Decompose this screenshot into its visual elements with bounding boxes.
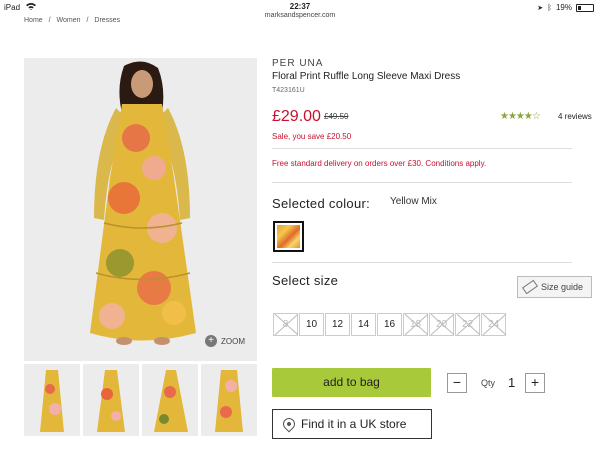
- size-option-10[interactable]: 10: [299, 313, 324, 336]
- size-guide-button[interactable]: Size guide: [517, 276, 592, 298]
- size-option-14[interactable]: 14: [351, 313, 376, 336]
- thumbnail-2[interactable]: [83, 364, 139, 436]
- zoom-button[interactable]: + ZOOM: [205, 335, 245, 347]
- thumbnail-3[interactable]: [142, 364, 198, 436]
- product-main-image[interactable]: + ZOOM: [24, 58, 257, 361]
- divider: [272, 148, 572, 149]
- sale-savings: Sale, you save £20.50: [272, 132, 352, 141]
- breadcrumb-sep: /: [86, 17, 89, 24]
- thumbnail-image: [201, 364, 257, 436]
- size-options: 8 10 12 14 16 18 20 22 24: [273, 313, 507, 336]
- zoom-label: ZOOM: [221, 336, 245, 346]
- qty-label: Qty: [481, 378, 496, 388]
- size-option-16[interactable]: 16: [377, 313, 402, 336]
- colour-swatch-yellow-mix[interactable]: [273, 221, 304, 252]
- breadcrumb-women[interactable]: Women: [57, 17, 81, 24]
- find-in-store-label: Find it in a UK store: [301, 417, 407, 431]
- qty-decrease-button[interactable]: −: [447, 373, 467, 393]
- thumbnail-image: [83, 364, 139, 436]
- qty-value[interactable]: 1: [508, 375, 515, 390]
- thumbnail-1[interactable]: [24, 364, 80, 436]
- size-option-18[interactable]: 18: [403, 313, 428, 336]
- product-title: Floral Print Ruffle Long Sleeve Maxi Dre…: [272, 71, 461, 82]
- status-right: ➤ ᛒ 19%: [537, 3, 594, 12]
- find-in-store-button[interactable]: Find it in a UK store: [272, 409, 432, 439]
- breadcrumb-home[interactable]: Home: [24, 17, 43, 24]
- bluetooth-icon: ᛒ: [547, 3, 552, 12]
- swatch-pattern: [277, 225, 300, 248]
- location-arrow-icon: ➤: [537, 4, 544, 12]
- ruler-icon: [521, 279, 539, 295]
- size-option-22[interactable]: 22: [455, 313, 480, 336]
- product-brand[interactable]: PER UNA: [272, 58, 323, 69]
- product-was-price: £49.50: [324, 112, 349, 121]
- product-code: T423161U: [272, 87, 305, 94]
- product-price: £29.00: [272, 108, 321, 125]
- add-to-bag-button[interactable]: add to bag: [272, 368, 431, 397]
- clock: 22:37: [289, 2, 311, 11]
- divider: [272, 262, 572, 263]
- size-option-20[interactable]: 20: [429, 313, 454, 336]
- dress-model-illustration: [24, 58, 257, 361]
- selected-colour-value: Yellow Mix: [390, 196, 437, 207]
- breadcrumb-dresses[interactable]: Dresses: [94, 17, 120, 24]
- thumbnail-image: [142, 364, 198, 436]
- thumbnail-4[interactable]: [201, 364, 257, 436]
- size-option-8[interactable]: 8: [273, 313, 298, 336]
- breadcrumb-sep: /: [48, 17, 51, 24]
- selected-colour-label: Selected colour:: [272, 196, 371, 211]
- select-size-label: Select size: [272, 273, 339, 288]
- qty-increase-button[interactable]: +: [525, 373, 545, 393]
- size-option-24[interactable]: 24: [481, 313, 506, 336]
- divider: [272, 182, 572, 183]
- breadcrumb: Home / Women / Dresses: [24, 17, 124, 24]
- battery-icon: [576, 3, 594, 12]
- reviews-link[interactable]: 4 reviews: [558, 112, 592, 121]
- size-option-12[interactable]: 12: [325, 313, 350, 336]
- thumbnail-image: [24, 364, 80, 436]
- delivery-info-link[interactable]: Free standard delivery on orders over £3…: [272, 159, 486, 168]
- rating-stars-icon[interactable]: ★★★★☆: [500, 111, 541, 122]
- battery-percent: 19%: [555, 3, 572, 12]
- location-pin-icon: [280, 415, 298, 433]
- zoom-plus-icon: +: [205, 335, 217, 347]
- thumbnail-strip: [24, 364, 257, 436]
- size-guide-label: Size guide: [541, 282, 584, 292]
